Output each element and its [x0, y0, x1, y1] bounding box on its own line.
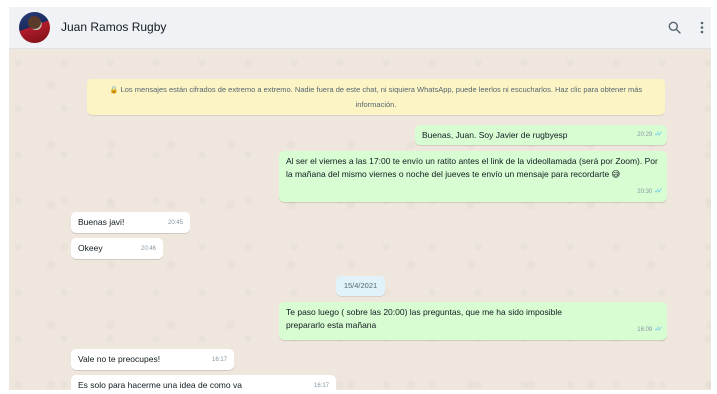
message-text: Te paso luego ( sobre las 20:00) las pre…	[286, 307, 562, 330]
message-list[interactable]: 🔒 Los mensajes están cifrados de extremo …	[9, 49, 711, 390]
chat-header: Juan Ramos Rugby	[9, 7, 711, 49]
message-time: 16:09	[637, 327, 653, 333]
message-time: 20:29	[637, 132, 653, 138]
message-bubble-incoming[interactable]: Okeey 20:46	[71, 238, 163, 259]
whatsapp-chat-window: Juan Ramos Rugby 🔒 Los mensajes están cif…	[9, 7, 711, 390]
message-time: 20:46	[140, 246, 156, 252]
message-bubble-incoming[interactable]: Vale no te preocupes! 16:17	[71, 349, 234, 370]
lock-icon: 🔒	[109, 87, 119, 94]
message-time: 16:17	[211, 357, 227, 363]
message-time: 16:17	[313, 383, 329, 389]
search-icon[interactable]	[665, 18, 683, 36]
read-receipt-icon: ✓✓	[654, 131, 663, 138]
encryption-notice-text: Los mensajes están cifrados de extremo a…	[120, 85, 643, 109]
message-text: Vale no te preocupes!	[78, 354, 161, 364]
message-text: Buenas javi!	[78, 217, 125, 227]
message-bubble-incoming[interactable]: Es solo para hacerme una idea de como va…	[71, 375, 336, 390]
kebab-menu-icon[interactable]	[693, 18, 711, 36]
message-bubble-incoming[interactable]: Buenas javi! 20:45	[71, 212, 190, 233]
read-receipt-icon: ✓✓	[654, 326, 663, 333]
encryption-notice[interactable]: 🔒 Los mensajes están cifrados de extremo …	[87, 79, 665, 115]
date-separator: 15/4/2021	[336, 276, 385, 296]
read-receipt-icon: ✓✓	[654, 188, 663, 195]
message-text: Al ser el viernes a las 17:00 te envío u…	[286, 156, 658, 179]
message-bubble-outgoing[interactable]: Al ser el viernes a las 17:00 te envío u…	[279, 151, 667, 202]
contact-name[interactable]: Juan Ramos Rugby	[61, 20, 166, 34]
message-text: Buenas, Juan. Soy Javier de rugbyesp	[422, 130, 568, 140]
message-time: 20:45	[167, 220, 183, 226]
message-text: Okeey	[78, 243, 103, 253]
message-time: 20:30	[637, 189, 653, 195]
message-bubble-outgoing[interactable]: Te paso luego ( sobre las 20:00) las pre…	[279, 302, 667, 340]
contact-avatar[interactable]	[19, 12, 50, 43]
message-bubble-outgoing[interactable]: Buenas, Juan. Soy Javier de rugbyesp 20:…	[415, 125, 667, 145]
message-text: Es solo para hacerme una idea de como va	[78, 380, 242, 390]
